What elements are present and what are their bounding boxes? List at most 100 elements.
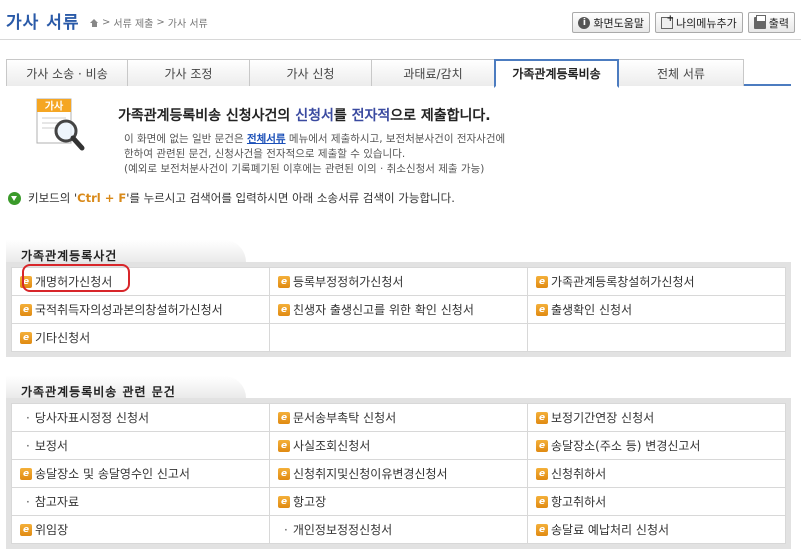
table-row: e 기타신청서 [11, 323, 786, 352]
document-cell[interactable]: e 위임장 [11, 515, 270, 544]
edoc-icon: e [278, 495, 290, 508]
edoc-icon: e [278, 411, 290, 424]
document-cell[interactable]: e 신청취하서 [527, 459, 786, 488]
document-cell[interactable]: e 항고취하서 [527, 487, 786, 516]
document-cell[interactable]: e 보정기간연장 신청서 [527, 403, 786, 432]
edoc-icon: e [536, 523, 548, 536]
empty-cell [269, 323, 528, 352]
edoc-icon: e [536, 411, 548, 424]
document-cell[interactable]: e 기타신청서 [11, 323, 270, 352]
tab-all-documents[interactable]: 전체 서류 [618, 59, 744, 86]
document-link[interactable]: e 송달장소(주소 등) 변경신고서 [536, 437, 700, 454]
document-cell[interactable]: e 출생확인 신청서 [527, 295, 786, 324]
tab-family-registration[interactable]: 가족관계등록비송 [494, 59, 619, 88]
document-link[interactable]: e 등록부정정허가신청서 [278, 273, 403, 290]
table-row: e 송달장소 및 송달영수인 신고서 e 신청취지및신청이유변경신청서 e 신청취하서 [11, 459, 786, 488]
edoc-icon: e [20, 523, 32, 536]
document-link[interactable]: e 국적취득자의성과본의창설허가신청서 [20, 301, 223, 318]
table-row: · 참고자료 e 항고장 e 항고취하서 [11, 487, 786, 516]
document-link[interactable]: · 당사자표시정정 신청서 [20, 409, 149, 426]
document-link[interactable]: · 참고자료 [20, 493, 79, 510]
document-label: 사실조회신청서 [293, 439, 371, 454]
document-cell[interactable]: e 항고장 [269, 487, 528, 516]
document-link[interactable]: e 보정기간연장 신청서 [536, 409, 654, 426]
table-row: · 보정서 e 사실조회신청서 e 송달장소(주소 등) 변경신고서 [11, 431, 786, 460]
table-row: e 국적취득자의성과본의창설허가신청서 e 친생자 출생신고를 위한 확인 신청서 e 출… [11, 295, 786, 324]
document-cell[interactable]: · 개인정보정정신청서 [269, 515, 528, 544]
document-label: 위임장 [35, 523, 69, 538]
printer-icon [753, 14, 766, 29]
document-label: 등록부정정허가신청서 [293, 275, 404, 290]
bullet-icon: · [26, 438, 30, 453]
document-cell[interactable]: e 친생자 출생신고를 위한 확인 신청서 [269, 295, 528, 324]
document-link[interactable]: e 항고장 [278, 493, 326, 510]
document-link[interactable]: e 개명허가신청서 [20, 273, 112, 290]
document-label: 송달장소 및 송달영수인 신고서 [35, 467, 190, 482]
home-icon[interactable] [90, 18, 99, 27]
edoc-icon: e [536, 439, 548, 452]
tab-mediation[interactable]: 가사 조정 [127, 59, 250, 86]
document-cell[interactable]: e 등록부정정허가신청서 [269, 267, 528, 296]
help-button[interactable]: i 화면도움말 [572, 12, 651, 33]
document-cell[interactable]: e 송달장소(주소 등) 변경신고서 [527, 431, 786, 460]
document-cell[interactable]: · 참고자료 [11, 487, 270, 516]
all-documents-link[interactable]: 전체서류 [247, 133, 286, 145]
search-tip: 키보드의 'Ctrl + F'를 누르시고 검색어를 입력하시면 아래 소송서류… [8, 190, 455, 206]
bullet-icon: · [284, 522, 288, 537]
edoc-icon: e [536, 275, 548, 288]
document-link[interactable]: e 가족관계등록창설허가신청서 [536, 273, 695, 290]
document-label: 참고자료 [34, 495, 79, 509]
document-link[interactable]: e 신청취하서 [536, 465, 606, 482]
document-link[interactable]: e 신청취지및신청이유변경신청서 [278, 465, 448, 482]
document-cell[interactable]: e 가족관계등록창설허가신청서 [527, 267, 786, 296]
document-cell[interactable]: e 국적취득자의성과본의창설허가신청서 [11, 295, 270, 324]
document-link[interactable]: e 송달장소 및 송달영수인 신고서 [20, 465, 190, 482]
edoc-icon: e [278, 303, 290, 316]
tab-application[interactable]: 가사 신청 [249, 59, 372, 86]
page-header: 가사 서류 > 서류 제출 > 가사 서류 i 화면도움말 나의메뉴추가 출력 [0, 0, 801, 40]
tab-fine-detention[interactable]: 과태료/감치 [371, 59, 495, 86]
document-cell[interactable]: e 신청취지및신청이유변경신청서 [269, 459, 528, 488]
document-cell[interactable]: e 송달장소 및 송달영수인 신고서 [11, 459, 270, 488]
info-icon: i [578, 16, 591, 29]
document-cell[interactable]: e 송달료 예납처리 신청서 [527, 515, 786, 544]
document-cell[interactable]: · 보정서 [11, 431, 270, 460]
edoc-icon: e [20, 275, 32, 288]
document-cell[interactable]: e 개명허가신청서 [11, 267, 270, 296]
edoc-icon: e [536, 495, 548, 508]
document-search-icon: 가사 [36, 98, 85, 151]
edoc-icon: e [536, 467, 548, 480]
document-link[interactable]: e 기타신청서 [20, 329, 90, 346]
document-label: 항고장 [293, 495, 327, 510]
intro-title: 가족관계등록비송 신청사건의 신청서를 전자적으로 제출합니다. [118, 108, 491, 124]
breadcrumb-item[interactable]: 가사 서류 [168, 15, 208, 30]
add-my-menu-button[interactable]: 나의메뉴추가 [655, 12, 743, 33]
document-link[interactable]: e 송달료 예납처리 신청서 [536, 521, 669, 538]
document-link[interactable]: e 친생자 출생신고를 위한 확인 신청서 [278, 301, 474, 318]
document-label: 송달장소(주소 등) 변경신고서 [551, 439, 701, 454]
print-button[interactable]: 출력 [747, 12, 795, 33]
document-cell[interactable]: e 문서송부촉탁 신청서 [269, 403, 528, 432]
edoc-icon: e [20, 467, 32, 480]
edoc-icon: e [20, 303, 32, 316]
document-label: 가족관계등록창설허가신청서 [551, 275, 695, 290]
related-documents-grid: · 당사자표시정정 신청서 e 문서송부촉탁 신청서 e 보정기간연장 신청서 · 보정서 e 사… [6, 398, 791, 549]
document-link[interactable]: · 개인정보정정신청서 [278, 521, 392, 538]
edoc-icon: e [278, 439, 290, 452]
document-link[interactable]: e 출생확인 신청서 [536, 301, 632, 318]
bullet-icon: · [26, 410, 30, 425]
document-cell[interactable]: · 당사자표시정정 신청서 [11, 403, 270, 432]
table-row: e 개명허가신청서 e 등록부정정허가신청서 e 가족관계등록창설허가신청서 [11, 267, 786, 296]
document-link[interactable]: e 항고취하서 [536, 493, 606, 510]
document-link[interactable]: e 문서송부촉탁 신청서 [278, 409, 396, 426]
document-cell[interactable]: e 사실조회신청서 [269, 431, 528, 460]
category-tabs: 가사 소송 · 비송 가사 조정 가사 신청 과태료/감치 가족관계등록비송 전… [6, 59, 791, 88]
document-link[interactable]: e 위임장 [20, 521, 68, 538]
document-label: 보정서 [34, 439, 68, 453]
document-label: 국적취득자의성과본의창설허가신청서 [35, 303, 223, 318]
breadcrumb-item[interactable]: 서류 제출 [113, 15, 153, 30]
document-link[interactable]: e 사실조회신청서 [278, 437, 370, 454]
breadcrumb: > 서류 제출 > 가사 서류 [90, 15, 208, 30]
tab-litigation[interactable]: 가사 소송 · 비송 [6, 59, 128, 86]
document-link[interactable]: · 보정서 [20, 437, 68, 454]
